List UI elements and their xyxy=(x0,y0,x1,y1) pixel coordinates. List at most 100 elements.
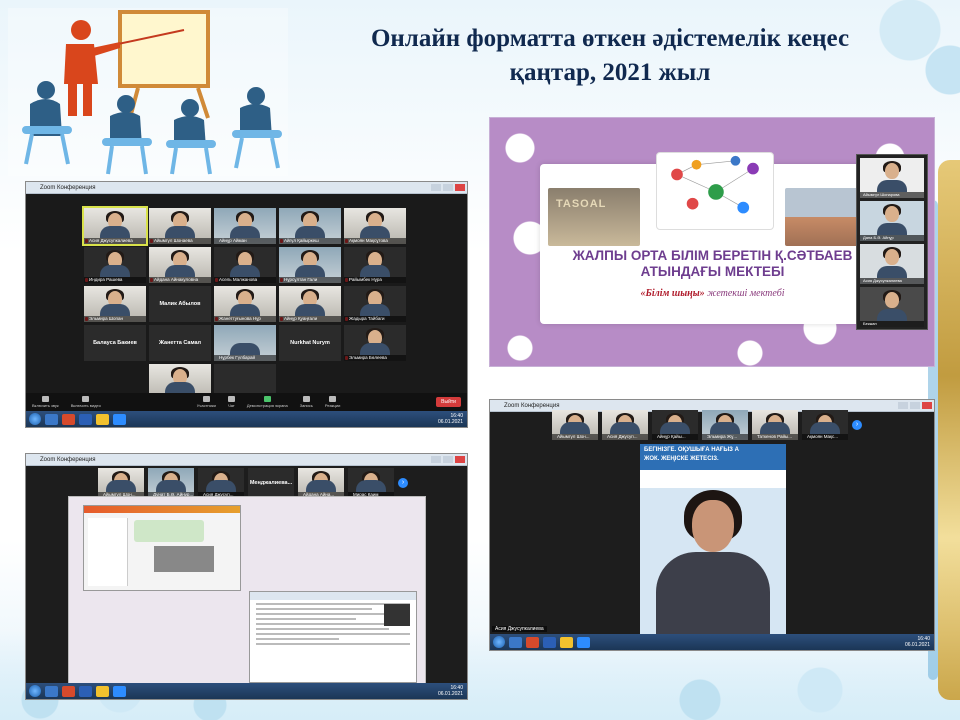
participant-name: Айнұр Қуаңғали xyxy=(279,316,341,322)
participant-tile[interactable]: Айнұр Қайы... xyxy=(652,410,698,440)
title-line-1: Онлайн форматта өткен әдістемелік кеңес xyxy=(370,25,850,52)
maximize-icon[interactable] xyxy=(443,456,453,463)
participant-tile[interactable]: Асия Джусуп... xyxy=(602,410,648,440)
minimize-icon[interactable] xyxy=(431,456,441,463)
participant-tile[interactable]: Жанетта Самал xyxy=(149,325,211,361)
maximize-icon[interactable] xyxy=(910,402,920,409)
participants-button[interactable]: Участники xyxy=(197,396,216,408)
next-page-button[interactable]: › xyxy=(852,420,862,430)
close-icon[interactable] xyxy=(922,402,932,409)
participant-tile[interactable]: Жанеттуғынова Нұр xyxy=(214,286,276,322)
start-button[interactable] xyxy=(493,636,505,648)
video-strip: Айымгүл Шон... Асия Джусуп... Айнұр Қайы… xyxy=(552,410,862,440)
participant-name: Nurkhat Nurym xyxy=(290,340,330,346)
participant-name: Эльмира Шопан xyxy=(84,316,146,322)
participant-tile[interactable]: Райымбек Нұра xyxy=(344,247,406,283)
start-button[interactable] xyxy=(29,685,41,697)
participant-tile[interactable]: Айгүл Қайыркеш xyxy=(279,208,341,244)
participant-tile[interactable]: Эльмира Бөлеева xyxy=(344,325,406,361)
participant-tile[interactable]: Айдана Айна... xyxy=(298,468,344,498)
participant-name: Айымгүл Шонаева xyxy=(149,238,211,244)
participant-tile[interactable]: Эльмира Шопан xyxy=(84,286,146,322)
chat-icon xyxy=(227,396,235,402)
close-icon[interactable] xyxy=(455,456,465,463)
reactions-button[interactable]: Реакции xyxy=(325,396,340,408)
participant-name: Нұрсұлтан Гали xyxy=(279,277,341,283)
people-network-image xyxy=(656,152,774,230)
speaker-video: БЕГІНІЗГЕ. ОҚУШЫҒА НАҒЫЗ А ЖОК. ЖЕҢІСКЕ … xyxy=(640,444,786,634)
participant-tile[interactable]: Айнұр Айман xyxy=(214,208,276,244)
chrome-icon[interactable] xyxy=(96,685,109,697)
participant-tile[interactable]: Айнұр Қуаңғали xyxy=(279,286,341,322)
record-button[interactable]: Запись xyxy=(300,396,313,408)
speaker-name-tag: Асия Джусупкалиева xyxy=(492,626,547,632)
taskbar-clock: 16:40 06.01.2021 xyxy=(904,636,930,648)
participant-name: Индира Рашева xyxy=(84,277,146,283)
explorer-icon[interactable] xyxy=(45,413,58,425)
explorer-icon[interactable] xyxy=(45,685,58,697)
participant-tile[interactable]: Асель Малжанова xyxy=(214,247,276,283)
word-icon[interactable] xyxy=(79,685,92,697)
powerpoint-icon[interactable] xyxy=(526,636,539,648)
next-page-button[interactable]: › xyxy=(398,478,408,488)
participant-tile[interactable]: Ақмоян Мақсұтова xyxy=(344,208,406,244)
chat-button[interactable]: Чат xyxy=(227,396,235,408)
participant-tile[interactable]: Айымгүл Шон... xyxy=(552,410,598,440)
participant-tile[interactable]: Дана Б.Ә. Айнұр xyxy=(860,201,924,241)
share-screen-button[interactable]: Демонстрация экрана xyxy=(247,396,288,408)
participant-tile[interactable]: Таткенов Райы... xyxy=(752,410,798,440)
participant-tile[interactable]: Индира Рашева xyxy=(84,247,146,283)
participant-tile[interactable]: Нұрбек Гүлбарай xyxy=(214,325,276,361)
participant-tile[interactable]: Бекжан xyxy=(860,287,924,327)
participant-tile[interactable]: Айымгүл Шон... xyxy=(98,468,144,498)
word-icon[interactable] xyxy=(543,636,556,648)
participant-tile[interactable]: Жадыра Тайбаги xyxy=(344,286,406,322)
powerpoint-icon[interactable] xyxy=(62,413,75,425)
windows-taskbar: 16:40 06.01.2021 xyxy=(26,683,467,699)
participant-tile[interactable]: Малик Абылов xyxy=(149,286,211,322)
participant-tile[interactable]: Ақмоян Мақс... xyxy=(802,410,848,440)
participant-tile[interactable]: Нұрсұлтан Гали xyxy=(279,247,341,283)
shared-app-screenshot xyxy=(83,505,241,591)
zoom-icon[interactable] xyxy=(577,636,590,648)
word-icon[interactable] xyxy=(79,413,92,425)
participant-tile[interactable]: Айымгүл Шонарова xyxy=(860,158,924,198)
chrome-icon[interactable] xyxy=(560,636,573,648)
close-icon[interactable] xyxy=(455,184,465,191)
participant-tile[interactable]: Асия Джусуп... xyxy=(198,468,244,498)
start-video-button[interactable]: Включить видео xyxy=(71,396,101,408)
minimize-icon[interactable] xyxy=(431,184,441,191)
participant-tile[interactable]: Дунат Б.Ә. Айнұр... xyxy=(148,468,194,498)
record-icon xyxy=(302,396,310,402)
participant-name: Жанеттуғынова Нұр xyxy=(214,316,276,322)
participant-tile[interactable]: Nurkhat Nurym xyxy=(279,325,341,361)
unmute-button[interactable]: Включить звук xyxy=(32,396,59,408)
shared-screen xyxy=(68,496,426,688)
leave-meeting-button[interactable]: Выйти xyxy=(436,397,461,407)
participant-tile[interactable]: Мирас Каим xyxy=(348,468,394,498)
start-button[interactable] xyxy=(29,413,41,425)
participant-tile[interactable]: Балауса Бакиев xyxy=(84,325,146,361)
title-line-2: қаңтар, 2021 жыл xyxy=(509,59,711,86)
meeting-controls: Включить звук Включить видео Участники Ч… xyxy=(26,393,467,411)
participant-tile[interactable]: Айдана Айнакуловна xyxy=(149,247,211,283)
minimize-icon[interactable] xyxy=(898,402,908,409)
zoom-icon[interactable] xyxy=(113,413,126,425)
window-titlebar: Zoom Конференция xyxy=(26,182,467,194)
powerpoint-icon[interactable] xyxy=(62,685,75,697)
window-title: Zoom Конференция xyxy=(40,185,96,191)
participant-tile[interactable]: Айымгүл Шонаева xyxy=(149,208,211,244)
chrome-icon[interactable] xyxy=(96,413,109,425)
zoom-icon[interactable] xyxy=(113,685,126,697)
participant-name: Айнұр Айман xyxy=(214,238,276,244)
smiley-icon xyxy=(329,396,337,402)
participant-tile[interactable]: Менджалиева... xyxy=(248,468,294,498)
participant-tile[interactable]: Асия Джусупкалиева xyxy=(82,206,148,246)
explorer-icon[interactable] xyxy=(509,636,522,648)
camera-icon xyxy=(82,396,90,402)
zoom-share-window: Zoom Конференция Айымгүл Шон... Дунат Б.… xyxy=(25,453,468,700)
maximize-icon[interactable] xyxy=(443,184,453,191)
participant-tile[interactable]: Эльмира Жұ... xyxy=(702,410,748,440)
school-name: ЖАЛПЫ ОРТА БІЛІМ БЕРЕТІН Қ.СӘТБАЕВ АТЫНД… xyxy=(572,248,853,279)
participant-tile[interactable]: Асия Джусупкалиева xyxy=(860,244,924,284)
